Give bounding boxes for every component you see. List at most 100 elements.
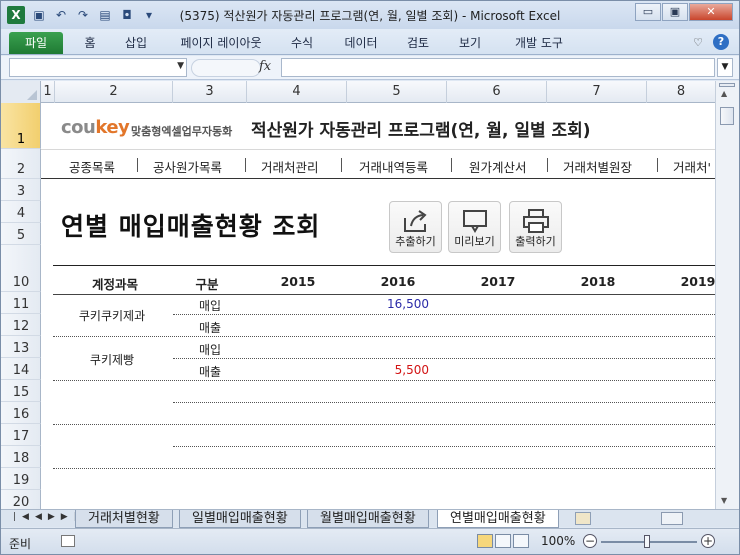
sheet-tabs-bar: |◀◀▶▶| 거래처별현황 일별매입매출현황 월별매입매출현황 연별매입매출현황 — [1, 509, 739, 528]
nav-link-client-more[interactable]: 거래처' — [673, 157, 711, 176]
column-header[interactable]: 1 — [41, 81, 55, 103]
row-header[interactable]: 17 — [1, 424, 41, 446]
value-cell[interactable]: 5,500 — [347, 363, 429, 377]
nav-separator — [451, 158, 452, 172]
scroll-down-icon[interactable]: ▼ — [721, 496, 727, 505]
tab-formulas[interactable]: 수식 — [287, 32, 317, 54]
select-all-corner[interactable] — [1, 81, 41, 103]
account-cell[interactable]: 쿠키제빵 — [53, 351, 171, 368]
sheet-tab[interactable]: 월별매입매출현황 — [307, 510, 429, 528]
coukey-logo: coukey — [61, 117, 130, 138]
nav-link-clients[interactable]: 거래처관리 — [261, 157, 319, 176]
row-divider — [173, 358, 715, 359]
column-header[interactable]: 6 — [447, 81, 547, 103]
nav-link-cost-statement[interactable]: 원가계산서 — [469, 157, 527, 176]
formula-input[interactable] — [281, 58, 715, 77]
sheet-tab[interactable]: 일별매입매출현황 — [179, 510, 301, 528]
horizontal-scrollbar[interactable] — [641, 512, 737, 526]
tab-page-layout[interactable]: 페이지 레이아웃 — [171, 32, 271, 54]
restore-button[interactable]: ▣ — [662, 3, 688, 21]
type-cell[interactable]: 매출 — [199, 363, 221, 380]
print-label: 출력하기 — [515, 235, 556, 248]
app-title: 적산원가 자동관리 프로그램(연, 월, 일별 조회) — [251, 121, 591, 141]
nav-link-work-types[interactable]: 공종목록 — [69, 157, 115, 176]
minimize-ribbon-icon[interactable]: ♡ — [693, 36, 703, 49]
type-cell[interactable]: 매입 — [199, 341, 221, 358]
column-header[interactable]: 8 — [647, 81, 715, 103]
account-cell[interactable]: 쿠키쿠키제과 — [53, 307, 171, 324]
chevron-down-icon[interactable]: ▼ — [177, 61, 184, 71]
split-handle[interactable] — [719, 83, 735, 87]
tab-developer[interactable]: 개발 도구 — [507, 32, 571, 54]
expand-formula-bar-icon[interactable]: ▼ — [717, 58, 733, 77]
nav-link-cost-list[interactable]: 공사원가목록 — [153, 157, 222, 176]
row-header[interactable]: 18 — [1, 446, 41, 468]
zoom-level[interactable]: 100% — [541, 534, 575, 548]
excel-window: X ▣ ↶ ↷ ▤ ◘ ▾ (5375) 적산원가 자동관리 프로그램(연, 월… — [0, 0, 740, 555]
name-box[interactable]: ▼ — [9, 58, 187, 77]
row-divider — [173, 402, 715, 403]
column-header[interactable]: 5 — [347, 81, 447, 103]
help-icon[interactable]: ? — [713, 34, 729, 50]
minimize-button[interactable]: ▭ — [635, 3, 661, 21]
nav-link-transactions[interactable]: 거래내역등록 — [359, 157, 428, 176]
hscroll-thumb[interactable] — [661, 512, 683, 525]
zoom-out-icon[interactable]: − — [583, 534, 597, 548]
window-title: (5375) 적산원가 자동관리 프로그램(연, 월, 일별 조회) - Mic… — [179, 9, 561, 23]
row-header[interactable]: 11 — [1, 292, 41, 314]
tab-insert[interactable]: 삽입 — [121, 32, 151, 54]
tab-view[interactable]: 보기 — [455, 32, 485, 54]
type-cell[interactable]: 매입 — [199, 297, 221, 314]
row-header[interactable]: 2 — [1, 149, 41, 179]
print-button[interactable]: 출력하기 — [509, 201, 562, 253]
row-header[interactable]: 14 — [1, 358, 41, 380]
vertical-scrollbar[interactable]: ▲ ▼ — [715, 81, 739, 509]
insert-function-icon[interactable]: fx — [259, 59, 271, 74]
row-header[interactable]: 1 — [1, 103, 41, 149]
macro-record-icon[interactable] — [61, 535, 75, 547]
row-header[interactable]: 19 — [1, 468, 41, 490]
row-header[interactable]: 16 — [1, 402, 41, 424]
tab-data[interactable]: 데이터 — [339, 32, 383, 54]
header-account: 계정과목 — [91, 277, 138, 292]
close-button[interactable]: ✕ — [689, 3, 733, 21]
column-header[interactable]: 3 — [173, 81, 247, 103]
sheet-tab[interactable]: 거래처별현황 — [75, 510, 173, 528]
column-header[interactable]: 4 — [247, 81, 347, 103]
insert-sheet-icon[interactable] — [575, 512, 591, 525]
row-divider — [53, 468, 715, 469]
row-header[interactable]: 20 — [1, 490, 41, 509]
row-header[interactable]: 10 — [1, 245, 41, 292]
sheet-tab-active[interactable]: 연별매입매출현황 — [437, 510, 559, 528]
nav-link-client-ledger[interactable]: 거래처별원장 — [563, 157, 632, 176]
header-year: 2018 — [580, 274, 616, 289]
tab-file[interactable]: 파일 — [9, 32, 63, 54]
preview-label: 미리보기 — [454, 235, 495, 248]
type-cell[interactable]: 매출 — [199, 319, 221, 336]
table-header: 계정과목 구분 2015 2016 2017 2018 2019 — [53, 265, 715, 295]
zoom-in-icon[interactable]: + — [701, 534, 715, 548]
normal-view-icon[interactable] — [477, 534, 493, 548]
row-header[interactable]: 13 — [1, 336, 41, 358]
tab-review[interactable]: 검토 — [403, 32, 433, 54]
column-header[interactable]: 2 — [55, 81, 173, 103]
worksheet-grid[interactable]: 1 2 3 4 5 6 7 8 1 2 3 4 5 10 11 12 13 14… — [1, 81, 739, 509]
column-header[interactable]: 7 — [547, 81, 647, 103]
row-header[interactable]: 5 — [1, 223, 41, 245]
scroll-thumb[interactable] — [720, 107, 734, 125]
page-layout-view-icon[interactable] — [495, 534, 511, 548]
zoom-slider-knob[interactable] — [644, 535, 650, 548]
row-header[interactable]: 15 — [1, 380, 41, 402]
printer-icon — [522, 209, 549, 233]
value-cell[interactable]: 16,500 — [347, 297, 429, 311]
scroll-up-icon[interactable]: ▲ — [721, 89, 727, 98]
row-header[interactable]: 12 — [1, 314, 41, 336]
row-header[interactable]: 3 — [1, 179, 41, 201]
sheet-nav-arrows-icon[interactable]: |◀◀▶▶| — [13, 512, 83, 522]
page-break-view-icon[interactable] — [513, 534, 529, 548]
export-button[interactable]: 추출하기 — [389, 201, 442, 253]
tab-home[interactable]: 홈 — [79, 32, 101, 54]
preview-button[interactable]: 미리보기 — [448, 201, 501, 253]
column-headers: 1 2 3 4 5 6 7 8 — [1, 81, 715, 103]
row-header[interactable]: 4 — [1, 201, 41, 223]
